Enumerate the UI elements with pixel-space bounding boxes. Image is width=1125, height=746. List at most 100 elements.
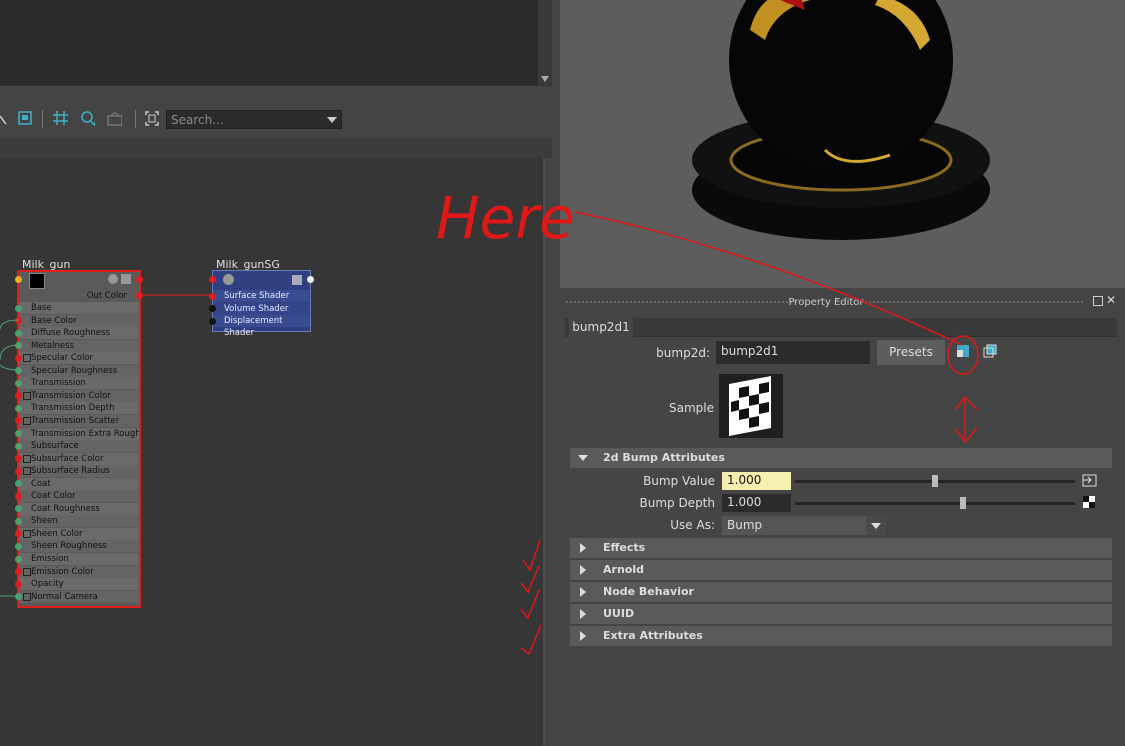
expand-plus-icon[interactable] [23,354,31,363]
search-dropdown-icon[interactable] [327,117,337,123]
arrow-partial-icon[interactable] [0,112,8,126]
tab-bump2d1[interactable]: bump2d1 [569,318,633,337]
float-window-icon[interactable] [1093,296,1103,306]
node-list-icon[interactable] [121,274,131,284]
close-icon[interactable]: ✕ [1106,293,1116,307]
milk-attr-port[interactable] [15,467,22,475]
sg-attr-row[interactable]: Surface Shader [213,290,310,302]
milk-attr-port[interactable] [15,430,22,437]
bump-depth-slider-track[interactable] [795,502,1075,505]
milk-attr-row[interactable]: Metalness [19,339,139,352]
expand-plus-icon[interactable] [23,592,31,601]
milk-attr-row[interactable]: Subsurface Radius [19,465,139,478]
section-node-behavior[interactable]: Node Behavior [570,582,1112,602]
sg-node-output-port[interactable] [307,276,314,283]
sg-attr-port[interactable] [209,305,216,312]
milk-attr-port[interactable] [15,354,22,362]
bump-value-label: Bump Value [643,474,715,488]
sg-attr-row[interactable]: Displacement Shader [213,315,310,338]
map-button-icon[interactable] [1082,474,1098,488]
milk-attr-port[interactable] [15,555,22,563]
snap-to-grid-icon[interactable] [79,110,95,126]
milk-attr-port[interactable] [15,580,22,588]
milk-attr-row[interactable]: Transmission Scatter [19,414,139,427]
chevron-down-icon [871,523,881,529]
milk-attr-row[interactable]: Emission Color [19,565,139,578]
presets-button[interactable]: Presets [877,340,945,365]
bump-value-slider-knob[interactable] [932,475,938,487]
section-extra-attributes[interactable]: Extra Attributes [570,626,1112,646]
milk-attr-port[interactable] [15,442,22,450]
milk-attr-port[interactable] [15,492,22,500]
sg-node-list-icon[interactable] [292,275,302,285]
use-as-select[interactable]: Bump [722,516,886,535]
milk-attr-row[interactable]: Transmission Extra Roughness [19,427,139,440]
milk-attr-row[interactable]: Specular Roughness [19,364,139,377]
milk-attr-row[interactable]: Sheen [19,515,139,528]
milk-attr-row[interactable]: Transmission Color [19,389,139,402]
milk-attr-row[interactable]: Diffuse Roughness [19,327,139,340]
node-mode-icon[interactable] [108,274,118,284]
section-arnold[interactable]: Arnold [570,560,1112,580]
expand-plus-icon[interactable] [23,416,31,425]
milk-attr-row[interactable]: Emission [19,553,139,565]
scroll-down-arrow-icon[interactable] [541,76,549,82]
graph-layout-icon[interactable] [17,110,33,126]
panel-divider[interactable] [552,0,560,746]
toolbar-separator [135,110,136,128]
expand-plus-icon[interactable] [23,467,31,476]
bump-depth-field[interactable]: 1.000 [722,494,791,512]
search-input[interactable]: Search... [166,110,342,129]
expand-plus-icon[interactable] [23,391,31,400]
section-effects[interactable]: Effects [570,538,1112,558]
sg-node-input-port[interactable] [209,276,216,283]
expand-plus-icon[interactable] [23,567,31,576]
milk-attr-row[interactable]: Sheen Roughness [19,540,139,553]
milk-attr-port[interactable] [15,379,22,387]
focus-input-icon[interactable] [956,344,970,358]
milk-node-input-port[interactable] [15,276,22,283]
milk-node-output-port[interactable] [136,276,143,283]
sg-attr-row[interactable]: Volume Shader [213,302,310,315]
milk-attr-port[interactable] [15,304,22,312]
sg-attr-port[interactable] [209,317,216,325]
milk-attr-port[interactable] [15,517,22,525]
milk-attr-row[interactable]: Coat Roughness [19,502,139,515]
use-as-dropdown-button[interactable] [866,516,886,535]
milk-attr-row[interactable]: Opacity [19,578,139,591]
node-name-field[interactable]: bump2d1 [716,341,870,364]
milk-attr-port[interactable] [15,317,22,325]
section-2d-bump-attributes[interactable]: 2d Bump Attributes [570,448,1112,468]
milk-attr-row[interactable]: Base Color [19,314,139,327]
milk-attr-row[interactable]: Base [19,302,139,314]
disabled-swatch-icon[interactable] [106,110,122,126]
frame-selection-icon[interactable] [144,110,160,126]
checker-map-icon[interactable] [1083,496,1095,508]
milk-attr-row[interactable]: Normal Camera [19,590,139,603]
focus-output-icon[interactable] [983,344,997,358]
grid-icon[interactable] [52,110,68,126]
section-uuid[interactable]: UUID [570,604,1112,624]
milk-attr-row[interactable]: Coat [19,477,139,490]
sg-attr-port[interactable] [209,292,216,300]
milk-attr-row[interactable]: Subsurface Color [19,452,139,465]
bump-value-field[interactable]: 1.000 [722,472,791,490]
milk-attr-port[interactable] [15,542,22,550]
milk-attr-row[interactable]: Subsurface [19,440,139,453]
milk-attr-row[interactable]: Transmission [19,377,139,390]
milk-attr-row[interactable]: Coat Color [19,490,139,503]
milk-attr-row[interactable]: Transmission Depth [19,402,139,415]
expand-plus-icon[interactable] [23,454,31,463]
expand-plus-icon[interactable] [23,529,31,538]
milk-attr-row[interactable]: Sheen Color [19,527,139,540]
milk-attr-port[interactable] [15,568,22,576]
milk-attr-row[interactable]: Specular Color [19,352,139,365]
graph-scrollbar[interactable] [543,158,545,746]
milk-attr-port[interactable] [15,404,22,412]
milk-node-swatch [29,273,45,289]
milk-attr-port[interactable] [15,329,22,337]
out-color-port[interactable] [136,292,143,299]
bump-depth-slider-knob[interactable] [960,497,966,509]
upper-panel-scrollbar[interactable] [538,0,552,86]
out-color-attr[interactable]: Out Color [19,290,139,302]
